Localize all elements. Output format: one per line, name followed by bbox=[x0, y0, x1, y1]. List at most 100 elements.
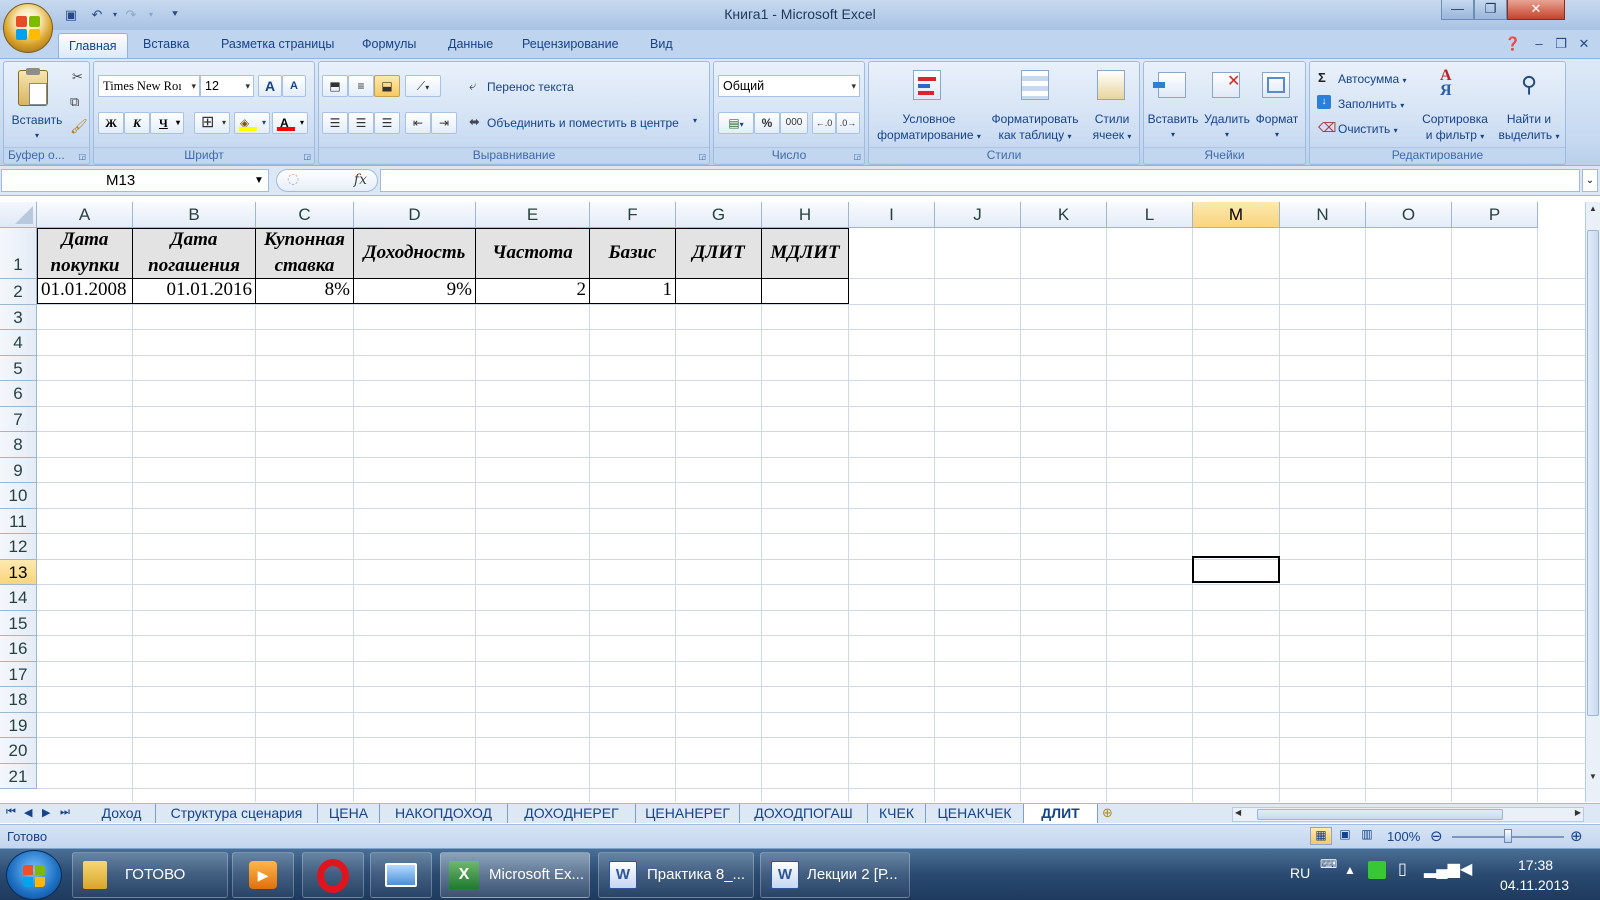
cell-H1[interactable]: МДЛИТ bbox=[761, 228, 849, 279]
redo-dropdown-icon[interactable]: ▾ bbox=[142, 6, 160, 24]
insert-cells-icon[interactable] bbox=[1153, 72, 1186, 98]
sheet-tab-yieldmat[interactable]: ДОХОДПОГАШ bbox=[740, 804, 868, 823]
close-button[interactable]: ✕ bbox=[1507, 0, 1565, 20]
row-header-11[interactable]: 11 bbox=[0, 508, 37, 534]
shrink-font-button[interactable]: A bbox=[282, 75, 306, 97]
horizontal-scrollbar[interactable]: ◀ ▶ bbox=[1232, 807, 1584, 822]
normal-view-icon[interactable]: ▦ bbox=[1310, 827, 1332, 845]
cell-G1[interactable]: ДЛИТ bbox=[675, 228, 762, 279]
insert-function-button[interactable]: ◌ fx bbox=[276, 169, 378, 192]
row-header-13[interactable]: 13 bbox=[0, 559, 37, 585]
column-header-G[interactable]: G bbox=[676, 202, 762, 228]
copy-icon[interactable]: ⧉ bbox=[70, 94, 79, 110]
sort-filter-icon[interactable]: AЯ bbox=[1440, 68, 1470, 102]
align-right-button[interactable]: ☰ bbox=[374, 112, 400, 134]
cell-F1[interactable]: Базис bbox=[589, 228, 676, 279]
scroll-down-icon[interactable]: ▼ bbox=[1587, 772, 1599, 786]
save-icon[interactable]: ▣ bbox=[62, 6, 80, 24]
insert-sheet-icon[interactable]: ⊕ bbox=[1102, 805, 1113, 821]
cell-E1[interactable]: Частота bbox=[475, 228, 590, 279]
start-button[interactable] bbox=[6, 850, 62, 900]
cell-C2[interactable]: 8% bbox=[255, 278, 354, 304]
page-break-view-icon[interactable]: ▥ bbox=[1356, 827, 1378, 845]
bold-button[interactable]: Ж bbox=[98, 112, 124, 134]
italic-button[interactable]: К bbox=[124, 112, 150, 134]
column-header-K[interactable]: K bbox=[1021, 202, 1107, 228]
taskbar-item-excel[interactable]: X Microsoft Ex... bbox=[440, 852, 590, 898]
row-header-15[interactable]: 15 bbox=[0, 610, 37, 636]
row-header-7[interactable]: 7 bbox=[0, 406, 37, 432]
zoom-slider-handle[interactable] bbox=[1504, 829, 1512, 843]
number-format-select[interactable]: Общий ▾ bbox=[718, 75, 860, 97]
cell-styles-icon[interactable] bbox=[1097, 70, 1125, 100]
maximize-button[interactable]: ❐ bbox=[1474, 0, 1507, 20]
cell-A1[interactable]: Дата покупки bbox=[37, 228, 133, 279]
cell-A2[interactable]: 01.01.2008 bbox=[37, 278, 133, 304]
zoom-in-icon[interactable]: ⊕ bbox=[1570, 827, 1583, 845]
cell-D1[interactable]: Доходность bbox=[353, 228, 476, 279]
volume-icon[interactable]: ◀ bbox=[1460, 859, 1472, 879]
format-painter-icon[interactable]: 🖌 bbox=[70, 118, 88, 135]
column-header-J[interactable]: J bbox=[935, 202, 1021, 228]
row-header-16[interactable]: 16 bbox=[0, 636, 37, 662]
paste-button[interactable]: Вставить bbox=[6, 112, 68, 128]
align-center-button[interactable]: ☰ bbox=[348, 112, 374, 134]
column-header-E[interactable]: E bbox=[476, 202, 590, 228]
row-header-1[interactable]: 1 bbox=[0, 228, 37, 279]
column-header-L[interactable]: L bbox=[1107, 202, 1193, 228]
paste-dropdown-icon[interactable]: ▾ bbox=[6, 128, 68, 144]
column-header-M[interactable]: M bbox=[1193, 202, 1280, 228]
row-header-8[interactable]: 8 bbox=[0, 432, 37, 458]
sheet-tab-price[interactable]: ЦЕНА bbox=[318, 804, 380, 823]
page-layout-view-icon[interactable]: ▣ bbox=[1334, 827, 1356, 845]
ribbon-close-icon[interactable]: ✕ bbox=[1575, 35, 1593, 53]
fill-color-button[interactable]: ◈ ▾ bbox=[234, 112, 270, 134]
row-header-6[interactable]: 6 bbox=[0, 381, 37, 407]
increase-decimal-button[interactable]: ←.0 bbox=[812, 112, 836, 134]
vertical-scroll-thumb[interactable] bbox=[1587, 230, 1599, 716]
align-bottom-button[interactable]: ⬓ bbox=[374, 75, 400, 97]
currency-button[interactable]: ▤▾ bbox=[718, 112, 754, 134]
zoom-level[interactable]: 100% bbox=[1387, 829, 1420, 844]
find-select-button[interactable]: Найти и выделить ▾ bbox=[1492, 111, 1566, 145]
cell-F2[interactable]: 1 bbox=[589, 278, 676, 304]
sheet-tab-tbill[interactable]: КЧЕК bbox=[868, 804, 926, 823]
scroll-right-icon[interactable]: ▶ bbox=[1575, 808, 1581, 817]
cell-styles-button[interactable]: Стили ячеек ▾ bbox=[1085, 111, 1139, 145]
worksheet-grid[interactable]: ABCDEFGHIJKLMNOP 1 2 3 4 5 6 7 8 9 10 11 12 13 14 15 16… bbox=[0, 202, 1600, 802]
name-box-dropdown-icon[interactable]: ▼ bbox=[254, 175, 264, 186]
formula-input[interactable] bbox=[380, 169, 1580, 192]
horizontal-scroll-thumb[interactable] bbox=[1257, 809, 1503, 820]
format-as-table-button[interactable]: Форматировать как таблицу ▾ bbox=[985, 111, 1085, 145]
row-header-3[interactable]: 3 bbox=[0, 304, 37, 330]
taskbar-item-word-lectures[interactable]: W Лекции 2 [Р... bbox=[760, 852, 910, 898]
align-middle-button[interactable]: ≡ bbox=[348, 75, 374, 97]
delete-cells-button[interactable]: Удалить ▾ bbox=[1200, 111, 1254, 143]
redo-icon[interactable]: ↷ bbox=[122, 6, 140, 24]
first-sheet-icon[interactable]: ⏮ bbox=[6, 806, 16, 819]
last-sheet-icon[interactable]: ⏭ bbox=[60, 806, 70, 819]
column-header-C[interactable]: C bbox=[256, 202, 354, 228]
column-header-F[interactable]: F bbox=[590, 202, 676, 228]
row-header-18[interactable]: 18 bbox=[0, 687, 37, 713]
tab-formulas[interactable]: Формулы bbox=[356, 37, 422, 51]
fill-button[interactable]: Заполнить ▾ bbox=[1338, 96, 1404, 114]
row-header-14[interactable]: 14 bbox=[0, 585, 37, 611]
clock-time[interactable]: 17:38 bbox=[1518, 857, 1553, 873]
ribbon-restore-icon[interactable]: ❐ bbox=[1552, 35, 1570, 53]
row-header-12[interactable]: 12 bbox=[0, 534, 37, 560]
sheet-tab-oddyield[interactable]: ДОХОДНЕРЕГ bbox=[508, 804, 636, 823]
number-launcher-icon[interactable]: ◲ bbox=[853, 152, 861, 161]
column-header-O[interactable]: O bbox=[1366, 202, 1452, 228]
row-header-10[interactable]: 10 bbox=[0, 483, 37, 509]
format-cells-button[interactable]: Формат ▾ bbox=[1250, 111, 1304, 143]
cell-H2[interactable] bbox=[761, 278, 849, 304]
cell-D2[interactable]: 9% bbox=[353, 278, 476, 304]
thousands-button[interactable]: 000 bbox=[780, 112, 808, 134]
column-header-B[interactable]: B bbox=[133, 202, 256, 228]
select-all-button[interactable] bbox=[0, 202, 37, 228]
help-icon[interactable]: ❓ bbox=[1504, 35, 1522, 53]
taskbar-media-player[interactable]: ▶ bbox=[232, 852, 294, 898]
row-header-2[interactable]: 2 bbox=[0, 279, 37, 305]
row-header-19[interactable]: 19 bbox=[0, 712, 37, 738]
